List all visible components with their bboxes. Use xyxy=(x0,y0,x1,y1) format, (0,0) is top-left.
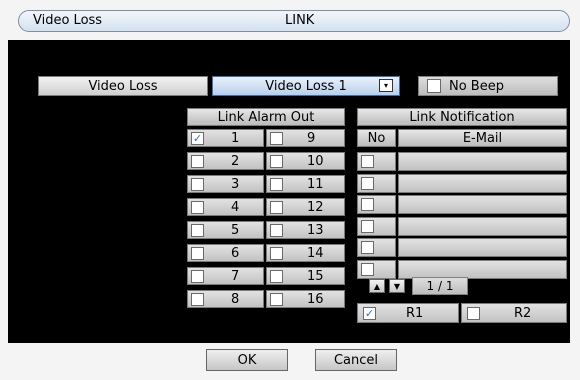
alarm-out-checkbox[interactable] xyxy=(191,247,204,260)
alarm-out-number: 6 xyxy=(231,246,240,261)
alarm-out-cell[interactable]: 6 xyxy=(187,244,264,262)
alarm-out-cell[interactable]: 10 xyxy=(266,152,345,170)
notification-checkbox[interactable] xyxy=(361,241,374,254)
notification-no-cell[interactable] xyxy=(357,152,396,171)
alarm-out-checkbox[interactable] xyxy=(191,270,204,283)
no-beep-checkbox[interactable] xyxy=(427,79,441,93)
alarm-out-checkbox[interactable] xyxy=(191,155,204,168)
alarm-out-checkbox[interactable] xyxy=(270,201,283,214)
alarm-out-checkbox[interactable] xyxy=(191,293,204,306)
alarm-out-checkbox[interactable] xyxy=(270,247,283,260)
notification-email-cell[interactable] xyxy=(398,174,567,193)
event-type-label: Video Loss xyxy=(38,76,208,96)
alarm-out-cell[interactable]: 11 xyxy=(266,175,345,193)
alarm-out-checkbox[interactable] xyxy=(191,201,204,214)
alarm-out-checkbox[interactable] xyxy=(191,224,204,237)
alarm-out-number: 11 xyxy=(307,177,324,192)
relay-r2-checkbox[interactable] xyxy=(467,307,480,320)
ok-button[interactable]: OK xyxy=(206,349,288,371)
arrow-down-icon: ▼ xyxy=(393,281,401,291)
notification-checkbox[interactable] xyxy=(361,220,374,233)
alarm-out-cell[interactable]: 9 xyxy=(266,129,345,147)
dropdown-value: Video Loss 1 xyxy=(265,78,347,94)
alarm-out-cell[interactable]: 13 xyxy=(266,221,345,239)
relay-r1[interactable]: ✓ R1 xyxy=(357,303,459,323)
alarm-out-checkbox[interactable] xyxy=(270,224,283,237)
page-down-button[interactable]: ▼ xyxy=(389,279,405,293)
notification-checkbox[interactable] xyxy=(361,263,374,276)
alarm-out-cell[interactable]: 4 xyxy=(187,198,264,216)
alarm-out-cell[interactable]: 14 xyxy=(266,244,345,262)
alarm-out-number: 12 xyxy=(307,200,324,215)
cancel-button[interactable]: Cancel xyxy=(315,349,397,371)
alarm-out-number: 15 xyxy=(307,269,324,284)
arrow-up-icon: ▲ xyxy=(373,281,381,291)
no-beep-toggle[interactable]: No Beep xyxy=(418,76,558,96)
notification-email-cell[interactable] xyxy=(398,238,567,257)
dropdown-arrow-icon: ▾ xyxy=(379,79,393,92)
alarm-out-cell[interactable]: 12 xyxy=(266,198,345,216)
relay-r1-checkbox[interactable]: ✓ xyxy=(363,307,376,320)
window-title: Video Loss xyxy=(33,13,103,28)
alarm-out-checkbox[interactable] xyxy=(270,293,283,306)
column-header-email: E-Mail xyxy=(398,129,567,147)
alarm-out-number: 14 xyxy=(307,246,324,261)
alarm-out-number: 7 xyxy=(231,269,240,284)
alarm-out-checkbox[interactable] xyxy=(191,178,204,191)
alarm-out-checkbox[interactable] xyxy=(270,270,283,283)
page-indicator: 1 / 1 xyxy=(412,277,468,295)
title-bar: Video Loss LINK xyxy=(18,10,570,32)
notification-email-cell[interactable] xyxy=(398,195,567,214)
alarm-out-cell[interactable]: 7 xyxy=(187,267,264,285)
alarm-out-number: 3 xyxy=(231,177,240,192)
alarm-out-number: 16 xyxy=(307,292,324,307)
alarm-out-checkbox[interactable]: ✓ xyxy=(191,132,204,145)
notification-email-cell[interactable] xyxy=(398,217,567,236)
column-header-no: No xyxy=(357,129,396,147)
alarm-out-cell[interactable]: ✓ 1 xyxy=(187,129,264,147)
alarm-out-number: 8 xyxy=(231,292,240,307)
alarm-out-cell[interactable]: 2 xyxy=(187,152,264,170)
notification-no-cell[interactable] xyxy=(357,217,396,236)
notification-checkbox[interactable] xyxy=(361,177,374,190)
notification-no-cell[interactable] xyxy=(357,195,396,214)
alarm-out-checkbox[interactable] xyxy=(270,178,283,191)
alarm-out-number: 4 xyxy=(231,200,240,215)
notification-no-cell[interactable] xyxy=(357,260,396,279)
alarm-out-number: 9 xyxy=(307,131,316,146)
page-up-button[interactable]: ▲ xyxy=(369,279,385,293)
notification-no-cell[interactable] xyxy=(357,174,396,193)
alarm-out-number: 13 xyxy=(307,223,324,238)
notification-email-cell[interactable] xyxy=(398,152,567,171)
relay-r2[interactable]: R2 xyxy=(461,303,567,323)
alarm-out-checkbox[interactable] xyxy=(270,132,283,145)
alarm-out-number: 10 xyxy=(307,154,324,169)
notification-checkbox[interactable] xyxy=(361,155,374,168)
alarm-out-cell[interactable]: 8 xyxy=(187,290,264,308)
alarm-out-number: 2 xyxy=(231,154,240,169)
alarm-out-checkbox[interactable] xyxy=(270,155,283,168)
alarm-out-number: 1 xyxy=(231,131,240,146)
no-beep-label: No Beep xyxy=(449,78,504,94)
alarm-out-number: 5 xyxy=(231,223,240,238)
alarm-out-cell[interactable]: 3 xyxy=(187,175,264,193)
relay-r2-label: R2 xyxy=(514,306,532,321)
alarm-out-cell[interactable]: 16 xyxy=(266,290,345,308)
link-notification-header: Link Notification xyxy=(357,108,567,126)
notification-checkbox[interactable] xyxy=(361,198,374,211)
notification-no-cell[interactable] xyxy=(357,238,396,257)
section-title: LINK xyxy=(285,13,315,28)
event-channel-dropdown[interactable]: Video Loss 1 ▾ xyxy=(212,76,400,96)
alarm-out-cell[interactable]: 15 xyxy=(266,267,345,285)
alarm-out-cell[interactable]: 5 xyxy=(187,221,264,239)
relay-r1-label: R1 xyxy=(406,306,424,321)
link-alarm-out-header: Link Alarm Out xyxy=(187,108,345,126)
